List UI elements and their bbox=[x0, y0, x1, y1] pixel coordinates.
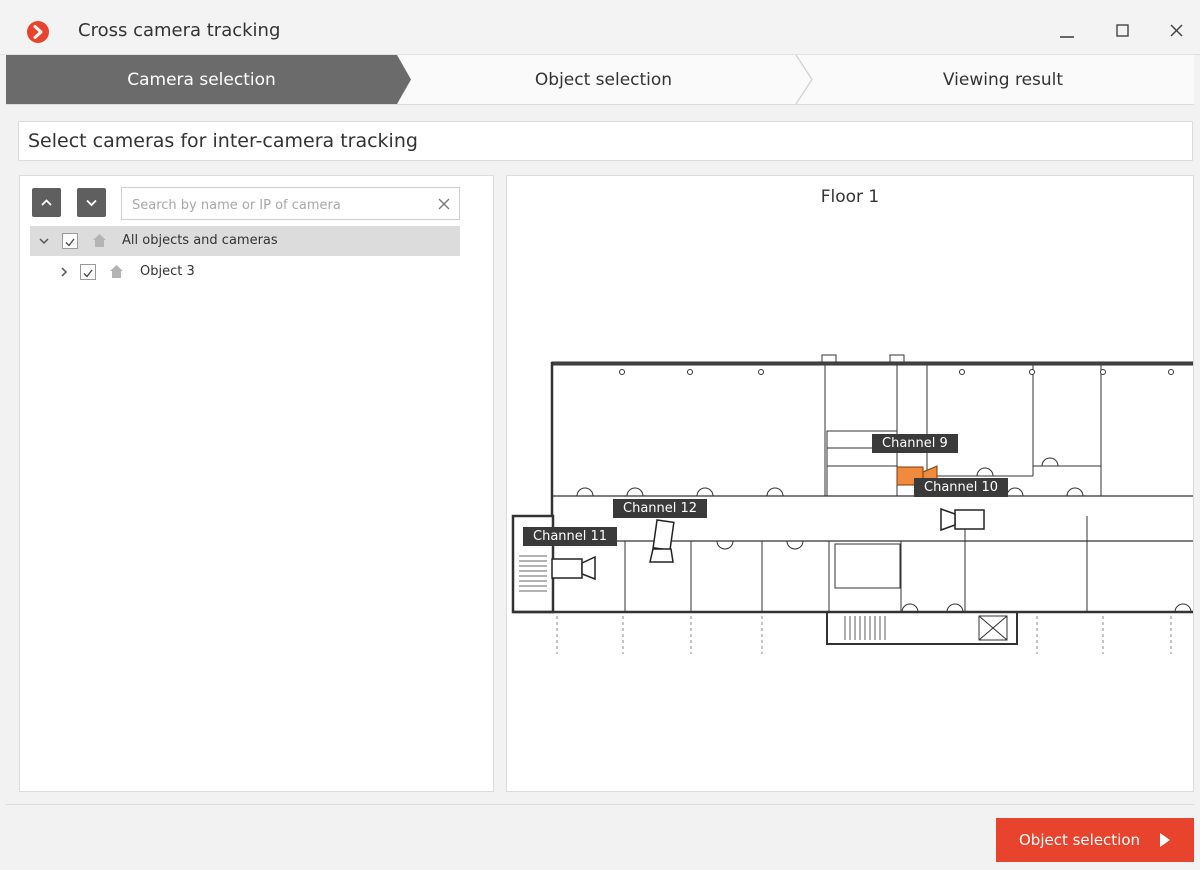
play-arrow-icon bbox=[1160, 833, 1170, 847]
checkbox-object-3[interactable] bbox=[80, 264, 96, 280]
maximize-icon bbox=[1116, 24, 1129, 37]
close-icon bbox=[1170, 24, 1183, 37]
camera-tree-panel: All objects and cameras Object 3 bbox=[19, 175, 494, 792]
minimize-icon bbox=[1060, 36, 1074, 38]
page-heading: Select cameras for inter-camera tracking bbox=[28, 130, 418, 152]
tree-item-all-objects[interactable]: All objects and cameras bbox=[30, 226, 460, 256]
camera-search bbox=[121, 187, 460, 220]
maximize-button[interactable] bbox=[1106, 14, 1140, 48]
camera-label-channel-12[interactable]: Channel 12 bbox=[613, 499, 708, 518]
camera-channel-11-icon[interactable] bbox=[551, 555, 596, 581]
home-icon bbox=[93, 234, 106, 247]
check-icon bbox=[65, 238, 75, 247]
step-camera-selection[interactable]: Camera selection bbox=[6, 70, 397, 90]
move-down-button[interactable] bbox=[77, 188, 106, 217]
move-up-button[interactable] bbox=[32, 188, 61, 217]
object-selection-button-label: Object selection bbox=[1019, 831, 1141, 849]
step-object-selection[interactable]: Object selection bbox=[411, 70, 796, 90]
tree-item-label: Object 3 bbox=[140, 264, 195, 279]
camera-label-channel-11[interactable]: Channel 11 bbox=[523, 527, 618, 546]
tree-item-label: All objects and cameras bbox=[122, 233, 278, 248]
object-selection-button[interactable]: Object selection bbox=[996, 818, 1194, 862]
heading-box: Select cameras for inter-camera tracking bbox=[18, 121, 1193, 161]
minimize-button[interactable] bbox=[1050, 14, 1084, 48]
floor-plan-map[interactable] bbox=[507, 176, 1194, 792]
chevron-down-icon bbox=[86, 199, 97, 207]
window-title: Cross camera tracking bbox=[78, 20, 281, 41]
app-logo-icon bbox=[27, 21, 49, 43]
chevron-up-icon bbox=[41, 199, 52, 206]
tree-item-object-3[interactable]: Object 3 bbox=[30, 257, 460, 287]
chevron-right-icon[interactable] bbox=[59, 267, 69, 277]
check-icon bbox=[83, 269, 93, 278]
close-button[interactable] bbox=[1160, 14, 1194, 48]
camera-channel-12-icon[interactable] bbox=[649, 519, 675, 563]
footer-bar: Object selection bbox=[6, 804, 1194, 870]
checkbox-all-objects[interactable] bbox=[62, 233, 78, 249]
chevron-down-icon[interactable] bbox=[39, 236, 49, 246]
title-bar: Cross camera tracking bbox=[0, 0, 1200, 55]
floor-plan-panel: Floor 1 Channel 9 Channel 10 Channel 11 … bbox=[506, 175, 1194, 792]
camera-channel-10-icon[interactable] bbox=[940, 507, 985, 532]
wizard-steps: Camera selection Object selection Viewin… bbox=[6, 55, 1194, 105]
home-icon bbox=[110, 265, 123, 278]
clear-search-icon[interactable] bbox=[437, 197, 451, 211]
camera-label-channel-10[interactable]: Channel 10 bbox=[914, 478, 1009, 497]
step-viewing-result[interactable]: Viewing result bbox=[812, 70, 1194, 90]
camera-search-input[interactable] bbox=[130, 194, 434, 216]
camera-label-channel-9[interactable]: Channel 9 bbox=[872, 434, 958, 453]
